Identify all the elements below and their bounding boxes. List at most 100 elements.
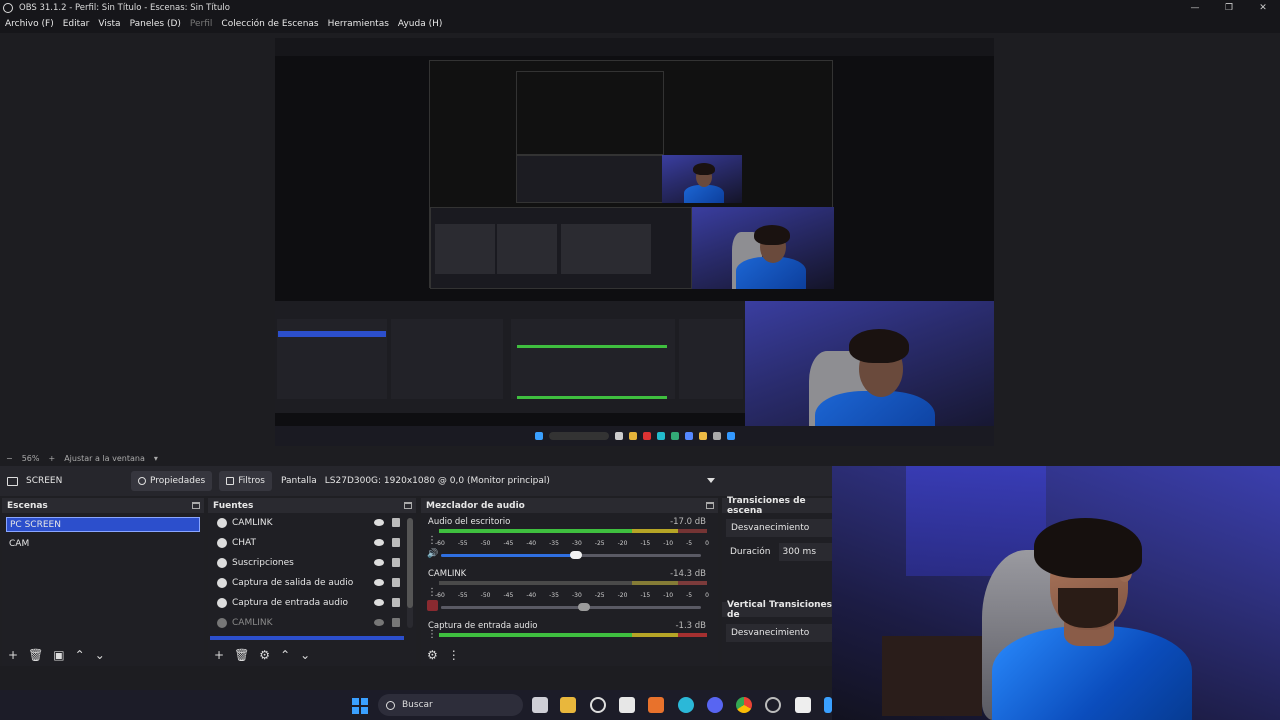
tick-label: -15 [640,540,651,547]
eye-icon[interactable] [374,559,384,566]
dock-float-icon[interactable] [404,502,412,509]
zoom-out-button[interactable]: − [6,454,13,463]
lock-icon[interactable] [392,538,400,547]
menu-coleccion-escenas[interactable]: Colección de Escenas [221,19,318,29]
eye-icon[interactable] [374,599,384,606]
lock-icon[interactable] [392,558,400,567]
tick-label: -20 [617,592,628,599]
capcut-icon[interactable] [795,697,811,713]
filters-button[interactable]: Filtros [219,471,272,491]
close-icon[interactable]: ✕ [1246,0,1280,15]
remove-scene-button[interactable]: 🗑 [28,648,43,662]
dock-float-icon[interactable] [706,502,714,509]
duration-input[interactable]: 300 ms [778,543,832,561]
mixer-toolbar: ⚙ ⋮ [421,644,718,666]
source-item[interactable]: Suscripciones [208,553,416,573]
muted-speaker-icon[interactable] [427,600,438,611]
display-select[interactable]: LS27D300G: 1920x1080 @ 0,0 (Monitor prin… [322,471,719,491]
obs-taskbar-icon[interactable] [590,697,606,713]
volume-slider-fill [441,606,584,609]
tick-label: -35 [549,592,559,599]
volume-slider[interactable] [441,551,701,559]
eye-icon[interactable] [374,519,384,526]
scene-filters-button[interactable]: ▣ [53,648,64,662]
channel-menu-icon[interactable] [427,629,437,641]
move-scene-down-button[interactable]: ⌄ [95,648,105,662]
speaker-icon[interactable]: 🔊 [427,549,438,559]
channel-menu-icon[interactable] [427,587,437,599]
source-item[interactable]: CHAT [208,533,416,553]
store-icon[interactable] [619,697,635,713]
mixer-channel: Audio del escritorio-17.0 dB-60-55-50-45… [421,513,718,565]
source-properties-button[interactable]: ⚙ [259,648,270,662]
source-item[interactable]: CAMLINK [208,613,416,633]
move-source-up-button[interactable]: ⌃ [280,648,290,662]
volume-slider-knob[interactable] [570,551,583,559]
scene-item-cam[interactable]: CAM [6,536,200,551]
tick-label: -5 [686,592,693,599]
tick-label: -30 [571,540,582,547]
file-explorer-icon[interactable] [560,697,576,713]
preview-canvas[interactable] [275,38,994,446]
speaker-icon [217,578,227,588]
menu-editar[interactable]: Editar [63,19,90,29]
vertical-transition-select[interactable]: Desvanecimiento [726,624,832,642]
eye-hidden-icon[interactable] [374,619,384,626]
tick-label: -40 [526,540,537,547]
lock-icon[interactable] [392,518,400,527]
task-view-icon[interactable] [532,697,548,713]
lock-icon[interactable] [392,578,400,587]
volume-slider[interactable] [441,603,701,611]
taskbar-search[interactable]: Buscar [378,694,523,716]
scene-item-pc-screen[interactable]: PC SCREEN [6,517,200,532]
move-scene-up-button[interactable]: ⌃ [75,648,85,662]
display-label: Pantalla [280,476,317,486]
move-source-down-button[interactable]: ⌄ [300,648,310,662]
display-select-value: LS27D300G: 1920x1080 @ 0,0 (Monitor prin… [324,476,550,486]
maximize-icon[interactable]: ❐ [1212,0,1246,15]
sources-scrollbar[interactable] [407,518,413,628]
tick-label: -40 [526,592,537,599]
volume-slider-knob[interactable] [578,603,590,611]
lock-icon[interactable] [392,598,400,607]
lock-icon[interactable] [392,618,400,627]
edge-icon[interactable] [678,697,694,713]
discord-icon[interactable] [707,697,723,713]
minimize-icon[interactable]: — [1178,0,1212,15]
brave-icon[interactable] [648,697,664,713]
chrome-icon[interactable] [736,697,752,713]
dock-float-icon[interactable] [192,502,200,509]
windows-start-icon[interactable] [352,698,368,714]
app-icon[interactable] [824,697,832,713]
mixer-menu-button[interactable]: ⋮ [448,648,460,662]
transitions-title: Transiciones de escena [727,495,806,516]
source-item[interactable]: CAMLINK [208,513,416,533]
transition-select[interactable]: Desvanecimiento [726,519,832,537]
tick-label: -10 [663,540,674,547]
menu-archivo[interactable]: Archivo (F) [5,19,54,29]
channel-menu-icon[interactable] [427,535,437,547]
duration-label: Duración [730,547,771,557]
menu-perfil[interactable]: Perfil [190,19,213,29]
preview-area[interactable] [0,33,1280,450]
menu-paneles[interactable]: Paneles (D) [130,19,181,29]
zoom-in-button[interactable]: + [48,454,55,463]
advanced-audio-button[interactable]: ⚙ [427,648,438,662]
scrollbar-thumb[interactable] [407,518,413,608]
menu-ayuda[interactable]: Ayuda (H) [398,19,442,29]
menu-herramientas[interactable]: Herramientas [328,19,389,29]
eye-icon[interactable] [374,539,384,546]
window-controls: — ❐ ✕ [1178,0,1280,15]
add-source-button[interactable]: + [214,648,224,662]
add-scene-button[interactable]: + [8,648,18,662]
source-item[interactable]: Captura de salida de audio [208,573,416,593]
fit-to-window-label[interactable]: Ajustar a la ventana [64,454,145,463]
vertical-transitions-header: Vertical Transiciones de [722,600,832,620]
menu-vista[interactable]: Vista [98,19,120,29]
properties-button[interactable]: Propiedades [131,471,213,491]
source-item[interactable]: Captura de entrada audio [208,593,416,613]
eye-icon[interactable] [374,579,384,586]
remove-source-button[interactable]: 🗑 [234,648,249,662]
zoom-dropdown-icon[interactable]: ▾ [154,454,158,463]
app-icon[interactable] [765,697,781,713]
